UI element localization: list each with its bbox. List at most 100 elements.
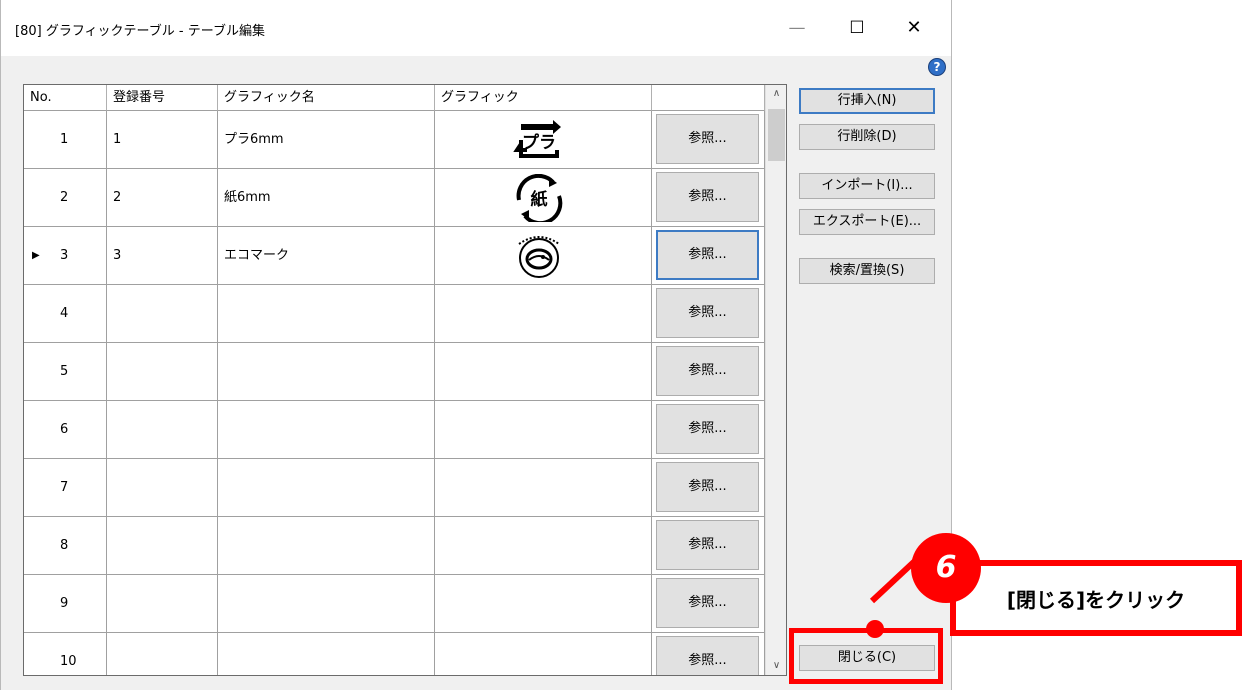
- browse-cell: 参照...: [652, 633, 765, 675]
- browse-button[interactable]: 参照...: [656, 230, 759, 280]
- table-row[interactable]: 2 2 紙6mm 紙参照...: [24, 169, 765, 227]
- scroll-up-icon[interactable]: ∧: [766, 85, 786, 103]
- registration-number-cell[interactable]: 2: [107, 169, 218, 227]
- minimize-icon[interactable]: —: [782, 14, 812, 42]
- graphic-cell[interactable]: 紙: [435, 169, 652, 227]
- window-title: [80] グラフィックテーブル - テーブル編集: [15, 24, 265, 39]
- table-row[interactable]: 9 参照...: [24, 575, 765, 633]
- graphic-cell[interactable]: [435, 401, 652, 459]
- graphic-name-cell[interactable]: [218, 285, 435, 343]
- graphic-name-cell[interactable]: エコマーク: [218, 227, 435, 285]
- table-row[interactable]: 6 参照...: [24, 401, 765, 459]
- browse-button[interactable]: 参照...: [656, 462, 759, 512]
- browse-button[interactable]: 参照...: [656, 172, 759, 222]
- header-no: No.: [24, 85, 107, 111]
- browse-cell: 参照...: [652, 343, 765, 401]
- table-row[interactable]: 5 参照...: [24, 343, 765, 401]
- dialog-window: [80] グラフィックテーブル - テーブル編集 — ☐ ✕ ? No. 登録番…: [0, 0, 952, 690]
- insert-row-button[interactable]: 行挿入(N): [799, 88, 935, 114]
- scroll-thumb[interactable]: [768, 109, 785, 161]
- registration-number-cell[interactable]: [107, 401, 218, 459]
- table-row[interactable]: 4 参照...: [24, 285, 765, 343]
- title-bar: [80] グラフィックテーブル - テーブル編集 — ☐ ✕: [1, 0, 951, 56]
- row-number-cell: 5: [24, 343, 107, 401]
- graphic-cell[interactable]: プラ: [435, 111, 652, 169]
- browse-button[interactable]: 参照...: [656, 578, 759, 628]
- pla-label: プラ: [522, 132, 556, 153]
- graphic-cell[interactable]: [435, 285, 652, 343]
- graphic-name-cell[interactable]: [218, 517, 435, 575]
- graphic-cell[interactable]: [435, 343, 652, 401]
- row-number-cell: 6: [24, 401, 107, 459]
- browse-button[interactable]: 参照...: [656, 288, 759, 338]
- registration-number-cell[interactable]: [107, 459, 218, 517]
- instruction-text: [閉じる]をクリック: [1006, 588, 1186, 612]
- current-row-arrow-icon: ▶: [32, 250, 40, 261]
- row-number: 7: [60, 480, 69, 495]
- registration-number-cell[interactable]: 3: [107, 227, 218, 285]
- browse-cell: 参照...: [652, 401, 765, 459]
- instruction-callout: [閉じる]をクリック: [950, 560, 1242, 636]
- vertical-scrollbar[interactable]: ∧ ∨: [765, 85, 786, 675]
- row-number: 2: [60, 190, 69, 205]
- graphic-cell[interactable]: [435, 459, 652, 517]
- browse-cell: 参照...: [652, 169, 765, 227]
- row-number: 8: [60, 538, 69, 553]
- browse-button[interactable]: 参照...: [656, 346, 759, 396]
- row-number: 3: [60, 248, 69, 263]
- table-row[interactable]: 10 参照...: [24, 633, 765, 675]
- browse-button[interactable]: 参照...: [656, 404, 759, 454]
- browse-button[interactable]: 参照...: [656, 636, 759, 675]
- row-number-cell: 8: [24, 517, 107, 575]
- table-row[interactable]: 1 1 プラ6mm プラ 参照...: [24, 111, 765, 169]
- graphic-cell[interactable]: [435, 227, 652, 285]
- registration-number-cell[interactable]: [107, 575, 218, 633]
- table-row[interactable]: 8 参照...: [24, 517, 765, 575]
- row-number-cell: 7: [24, 459, 107, 517]
- close-button-highlight: [789, 628, 943, 684]
- browse-button[interactable]: 参照...: [656, 114, 759, 164]
- table-row[interactable]: ▶ 3 3 エコマーク 参照...: [24, 227, 765, 285]
- paper-label: 紙: [531, 189, 548, 210]
- browse-cell: 参照...: [652, 227, 765, 285]
- browse-cell: 参照...: [652, 285, 765, 343]
- graphic-name-cell[interactable]: [218, 575, 435, 633]
- row-number: 5: [60, 364, 69, 379]
- row-number-cell: 9: [24, 575, 107, 633]
- graphic-name-cell[interactable]: プラ6mm: [218, 111, 435, 169]
- browse-cell: 参照...: [652, 575, 765, 633]
- graphic-cell[interactable]: [435, 633, 652, 675]
- header-browse: [652, 85, 765, 111]
- import-button[interactable]: インポート(I)...: [799, 173, 935, 199]
- browse-cell: 参照...: [652, 517, 765, 575]
- graphic-name-cell[interactable]: [218, 459, 435, 517]
- maximize-icon[interactable]: ☐: [842, 14, 872, 42]
- graphic-table-grid[interactable]: No. 登録番号 グラフィック名 グラフィック 1 1 プラ6mm プラ 参照... 2 2…: [23, 84, 787, 676]
- scroll-down-icon[interactable]: ∨: [766, 657, 786, 675]
- step-number-badge: 6: [911, 533, 981, 603]
- graphic-cell[interactable]: [435, 517, 652, 575]
- search-replace-button[interactable]: 検索/置換(S): [799, 258, 935, 284]
- registration-number-cell[interactable]: [107, 517, 218, 575]
- registration-number-cell[interactable]: [107, 285, 218, 343]
- graphic-name-cell[interactable]: [218, 633, 435, 675]
- registration-number-cell[interactable]: [107, 343, 218, 401]
- graphic-name-cell[interactable]: [218, 343, 435, 401]
- graphic-name-cell[interactable]: [218, 401, 435, 459]
- row-number-cell: ▶ 3: [24, 227, 107, 285]
- table-row[interactable]: 7 参照...: [24, 459, 765, 517]
- row-number-cell: 10: [24, 633, 107, 675]
- help-icon[interactable]: ?: [928, 58, 946, 76]
- browse-button[interactable]: 参照...: [656, 520, 759, 570]
- row-number-cell: 4: [24, 285, 107, 343]
- export-button[interactable]: エクスポート(E)...: [799, 209, 935, 235]
- callout-pointer-dot: [866, 620, 884, 638]
- registration-number-cell[interactable]: 1: [107, 111, 218, 169]
- delete-row-button[interactable]: 行削除(D): [799, 124, 935, 150]
- registration-number-cell[interactable]: [107, 633, 218, 675]
- browse-cell: 参照...: [652, 111, 765, 169]
- graphic-name-cell[interactable]: 紙6mm: [218, 169, 435, 227]
- graphic-cell[interactable]: [435, 575, 652, 633]
- pla-recycle-icon: プラ: [513, 120, 561, 158]
- close-icon[interactable]: ✕: [899, 14, 929, 42]
